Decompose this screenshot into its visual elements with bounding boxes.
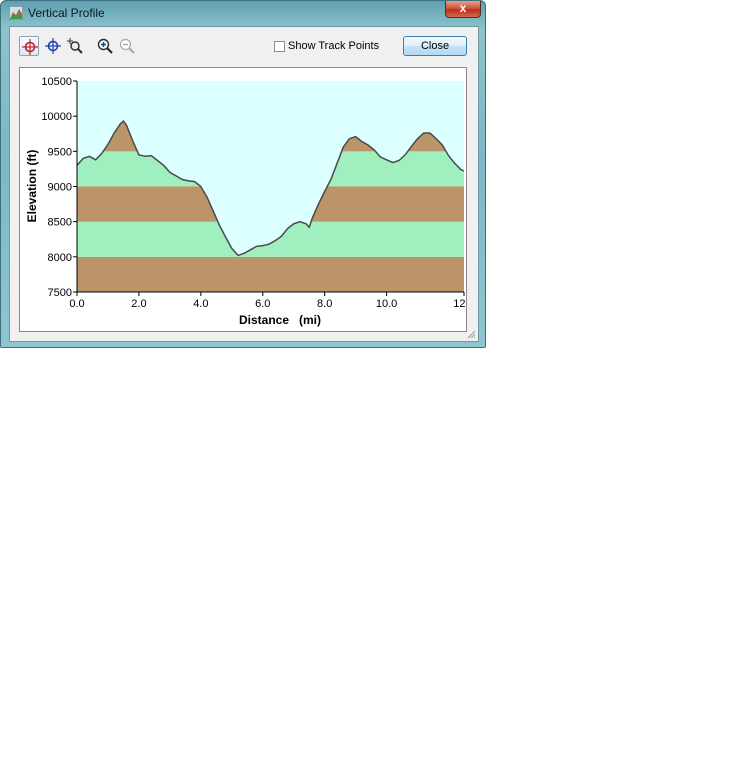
x-tick-label: 4.0 (193, 298, 208, 310)
zoom-out-icon (119, 38, 135, 54)
x-tick-label: 6.0 (255, 298, 270, 310)
zoom-in-tool-button[interactable] (95, 36, 115, 56)
title-bar[interactable]: Vertical Profile x (1, 1, 485, 25)
pan-tool-button[interactable] (43, 36, 63, 56)
x-tick-label: 10.0 (376, 298, 397, 310)
x-tick-label: 2.0 (131, 298, 146, 310)
x-tick-label: 12.5 (453, 298, 466, 310)
elevation-chart: 10500 10000 9500 9000 8500 8000 7500 0.0 2.0 4.0 6… (19, 67, 467, 332)
window-title: Vertical Profile (28, 6, 105, 20)
resize-grip-icon[interactable] (466, 329, 476, 339)
y-tick-label: 9500 (48, 146, 72, 158)
zoom-box-icon (67, 38, 83, 54)
y-axis-label: Elevation (ft) (25, 150, 39, 223)
y-tick-label: 8000 (48, 252, 72, 264)
zoom-in-icon (97, 38, 113, 54)
show-track-points-label: Show Track Points (288, 40, 380, 52)
window-close-button[interactable]: x (445, 1, 481, 18)
zoom-out-tool-button[interactable] (117, 36, 137, 56)
zoom-box-tool-button[interactable] (65, 36, 85, 56)
crosshair-red-icon (22, 39, 38, 55)
app-icon (9, 6, 23, 20)
y-tick-label: 10000 (41, 111, 72, 123)
y-tick-label: 8500 (48, 217, 72, 229)
y-tick-label: 10500 (41, 76, 72, 88)
elevation-band-0 (77, 256, 464, 292)
y-tick-label: 9000 (48, 182, 72, 194)
y-tick-label: 7500 (48, 287, 72, 299)
x-tick-label: 8.0 (317, 298, 332, 310)
elevation-chart-svg: 10500 10000 9500 9000 8500 8000 75000.0 2.0 4.0 6… (25, 76, 466, 327)
select-tool-button[interactable] (19, 36, 39, 56)
x-tick-label: 0.0 (69, 298, 84, 310)
close-button[interactable]: Close (403, 36, 467, 56)
vertical-profile-window: Vertical Profile x Show Track Points Clo… (0, 0, 486, 348)
show-track-points-checkbox[interactable] (274, 41, 285, 52)
crosshair-blue-icon (45, 38, 61, 54)
x-axis-label: Distance (mi) (239, 313, 321, 327)
dialog-client-area: Show Track Points Close 10500 10000 9500 90… (9, 26, 479, 342)
